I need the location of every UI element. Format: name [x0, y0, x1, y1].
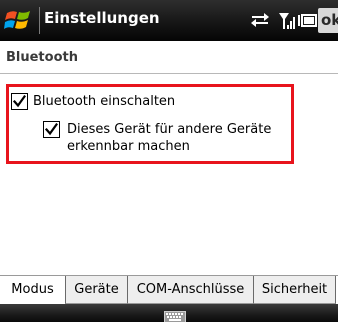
tab-modus[interactable]: Modus	[0, 276, 65, 304]
keyboard-icon[interactable]	[164, 311, 186, 322]
tab-sicherheit[interactable]: Sicherheit	[253, 276, 336, 304]
discoverable-label[interactable]: Dieses Gerät für andere Geräte erkennbar…	[67, 121, 287, 155]
discoverable-checkbox[interactable]	[43, 121, 60, 138]
windows-flag-icon[interactable]	[4, 6, 34, 34]
page-title: Bluetooth	[6, 50, 78, 65]
checkmark-icon	[13, 95, 26, 108]
app-title: Einstellungen	[44, 9, 160, 27]
title-separator	[39, 7, 40, 34]
ok-button[interactable]: ok	[318, 8, 338, 33]
header-divider	[0, 73, 338, 74]
connectivity-arrows-icon[interactable]	[250, 11, 270, 29]
bluetooth-enable-checkbox[interactable]	[11, 93, 28, 110]
page-header: Bluetooth	[0, 41, 338, 74]
signal-strength-icon[interactable]	[279, 11, 297, 31]
tab-geraete[interactable]: Geräte	[65, 276, 127, 304]
checkmark-icon	[45, 123, 58, 136]
tab-com-anschluesse[interactable]: COM-Anschlüsse	[127, 276, 253, 304]
title-bar: Einstellungen ok	[0, 0, 338, 41]
bluetooth-enable-label[interactable]: Bluetooth einschalten	[33, 93, 175, 110]
bluetooth-settings-screen: Einstellungen ok Bluetooth Bluetooth ein…	[0, 0, 338, 322]
battery-icon[interactable]	[298, 14, 317, 27]
